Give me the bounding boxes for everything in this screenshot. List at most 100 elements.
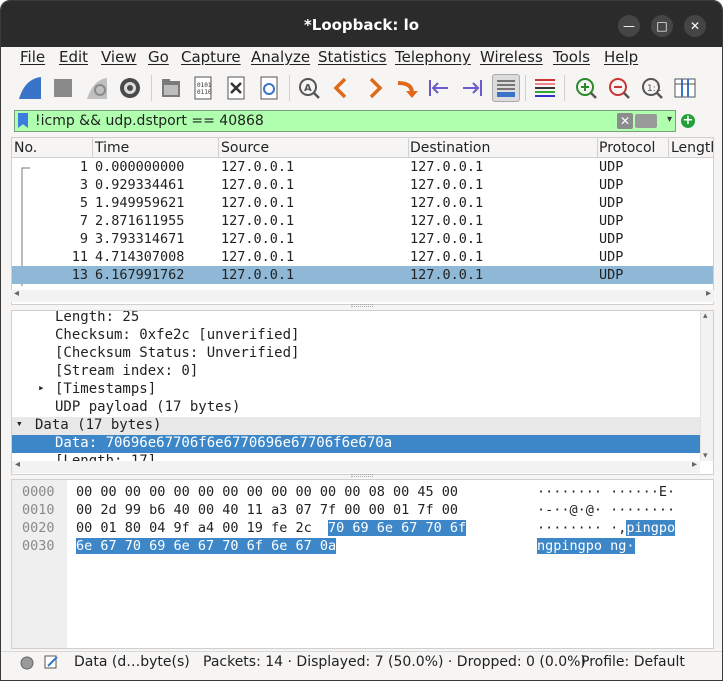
packet-details: Length: 25 Checksum: 0xfe2c [unverified] [… [11,310,714,475]
column-protocol[interactable]: Protocol [599,140,655,156]
menu-telephony[interactable]: Telephony [395,48,471,66]
details-vscrollbar[interactable]: ▴ ▾ [700,311,713,461]
svg-text:0110: 0110 [197,89,212,96]
packet-row[interactable]: 51.949959621127.0.0.1127.0.0.1UDP5 [12,194,713,212]
hex-bytes[interactable]: 00 01 80 04 9f a4 00 19 fe 2c [76,520,312,536]
menu-go[interactable]: Go [148,48,169,66]
minimize-button[interactable]: — [618,15,640,37]
colorize-icon[interactable] [531,74,559,102]
close-button[interactable]: ✕ [684,15,706,37]
zoom-out-icon[interactable] [605,74,633,102]
add-filter-button[interactable]: + [681,114,695,128]
column-no[interactable]: No. [14,140,37,156]
menu-help[interactable]: Help [604,48,638,66]
maximize-button[interactable]: □ [651,15,673,37]
menu-edit[interactable]: Edit [59,48,88,66]
ascii-bytes[interactable]: ·-··@·@· ········ [537,502,675,518]
status-bar: Data (d…byte(s) Packets: 14 · Displayed:… [1,651,722,673]
find-packet-icon[interactable]: A [295,74,323,102]
packet-row[interactable]: 114.714307008127.0.0.1127.0.0.1UDP5 [12,248,713,266]
detail-item[interactable]: Checksum: 0xfe2c [unverified] [12,327,700,345]
menu-view[interactable]: View [101,48,137,66]
capture-comment-edit-icon[interactable] [43,654,59,670]
save-file-icon[interactable]: 0101 0110 [189,74,217,102]
expanded-arrow-icon[interactable]: ▾ [16,417,23,430]
packet-cell-proto: UDP [599,177,624,193]
detail-item[interactable]: Data: 70696e67706f6e6770696e67706f6e670a [12,435,700,453]
title-bar: *Loopback: lo — □ ✕ [1,1,722,47]
expert-info-icon[interactable] [19,655,35,671]
close-file-icon[interactable] [222,74,250,102]
packet-cell-dst: 127.0.0.1 [410,267,484,283]
column-time[interactable]: Time [95,140,129,156]
details-hscrollbar[interactable]: ◂ ▸ [12,459,700,473]
column-divider[interactable] [668,138,669,158]
column-source[interactable]: Source [221,140,269,156]
stop-capture-icon[interactable] [49,74,77,102]
bookmark-icon[interactable] [18,113,28,128]
detail-item[interactable]: ▾ Data (17 bytes) [12,417,700,435]
menu-analyze[interactable]: Analyze [251,48,310,66]
ascii-bytes[interactable]: ········ ······E· [537,484,675,500]
svg-text:0101: 0101 [197,82,212,89]
last-packet-icon[interactable] [458,74,486,102]
detail-item[interactable]: Length: 25 [12,311,700,327]
pane-splitter[interactable] [351,474,373,477]
column-length[interactable]: Length [671,140,713,156]
packet-list-hscrollbar[interactable]: ◂ ▸ [11,288,714,302]
status-profile[interactable]: Profile: Default [581,654,685,670]
detail-item[interactable]: [Checksum Status: Unverified] [12,345,700,363]
column-destination[interactable]: Destination [410,140,490,156]
menu-statistics[interactable]: Statistics [318,48,387,66]
zoom-in-icon[interactable] [572,74,600,102]
capture-options-gear-icon[interactable] [116,74,144,102]
go-to-packet-icon[interactable] [393,74,421,102]
packet-row[interactable]: 72.871611955127.0.0.1127.0.0.1UDP5 [12,212,713,230]
resize-columns-icon[interactable] [671,74,699,102]
menu-capture[interactable]: Capture [181,48,241,66]
column-divider[interactable] [597,138,598,158]
menu-file[interactable]: File [20,48,45,66]
apply-filter-arrow-icon[interactable] [635,114,657,128]
hex-bytes[interactable]: 00 2d 99 b6 40 00 40 11 a3 07 7f 00 00 0… [76,502,458,518]
clear-filter-icon[interactable]: ✕ [617,113,633,129]
packet-cell-time: 0.000000000 [95,159,185,175]
hex-bytes-selected[interactable]: 70 69 6e 67 70 6f [328,520,467,536]
packet-cell-dst: 127.0.0.1 [410,159,484,175]
go-forward-arrow-icon[interactable] [361,74,389,102]
ascii-bytes[interactable]: ········ ·, [537,520,626,536]
reload-file-icon[interactable] [255,74,283,102]
display-filter-input[interactable]: !icmp && udp.dstport == 40868 [35,113,264,129]
detail-item[interactable]: UDP payload (17 bytes) [12,399,700,417]
column-divider[interactable] [92,138,93,158]
packet-row[interactable]: 10.000000000127.0.0.1127.0.0.1UDP5 [12,158,713,176]
open-file-icon[interactable] [157,74,185,102]
restart-capture-icon[interactable] [83,74,111,102]
packet-list-header: No. Time Source Destination Protocol Len… [12,138,713,158]
column-divider[interactable] [408,138,409,158]
ascii-bytes-selected[interactable]: pingpo [626,520,676,536]
column-divider[interactable] [218,138,219,158]
hex-bytes-selected[interactable]: 6e 67 70 69 6e 67 70 6f 6e 67 0a [76,538,337,554]
collapsed-arrow-icon[interactable]: ▸ [38,381,45,394]
pane-splitter[interactable] [351,304,373,307]
first-packet-icon[interactable] [425,74,453,102]
chevron-down-icon[interactable]: ▾ [667,114,672,125]
packet-cell-no: 1 [79,159,88,175]
packet-row[interactable]: 30.929334461127.0.0.1127.0.0.1UDP5 [12,176,713,194]
normal-size-icon[interactable]: 1:1 [638,74,666,102]
ascii-bytes-selected[interactable]: ngpingpo ng· [537,538,635,554]
go-back-arrow-icon[interactable] [327,74,355,102]
auto-scroll-icon[interactable] [492,74,520,102]
menu-wireless[interactable]: Wireless [480,48,543,66]
packet-cell-dst: 127.0.0.1 [410,195,484,211]
hex-bytes[interactable]: 00 00 00 00 00 00 00 00 00 00 00 00 08 0… [76,484,458,500]
packet-cell-no: 11 [71,249,88,265]
packet-row[interactable]: 93.793314671127.0.0.1127.0.0.1UDP5 [12,230,713,248]
detail-item[interactable]: ▸ [Timestamps] [12,381,700,399]
start-capture-fin-icon[interactable] [16,74,44,102]
display-filter-bar[interactable]: !icmp && udp.dstport == 40868 ✕ ▾ [14,110,676,132]
detail-item[interactable]: [Stream index: 0] [12,363,700,381]
packet-row[interactable]: 136.167991762127.0.0.1127.0.0.1UDP5 [12,266,713,284]
menu-tools[interactable]: Tools [553,48,590,66]
